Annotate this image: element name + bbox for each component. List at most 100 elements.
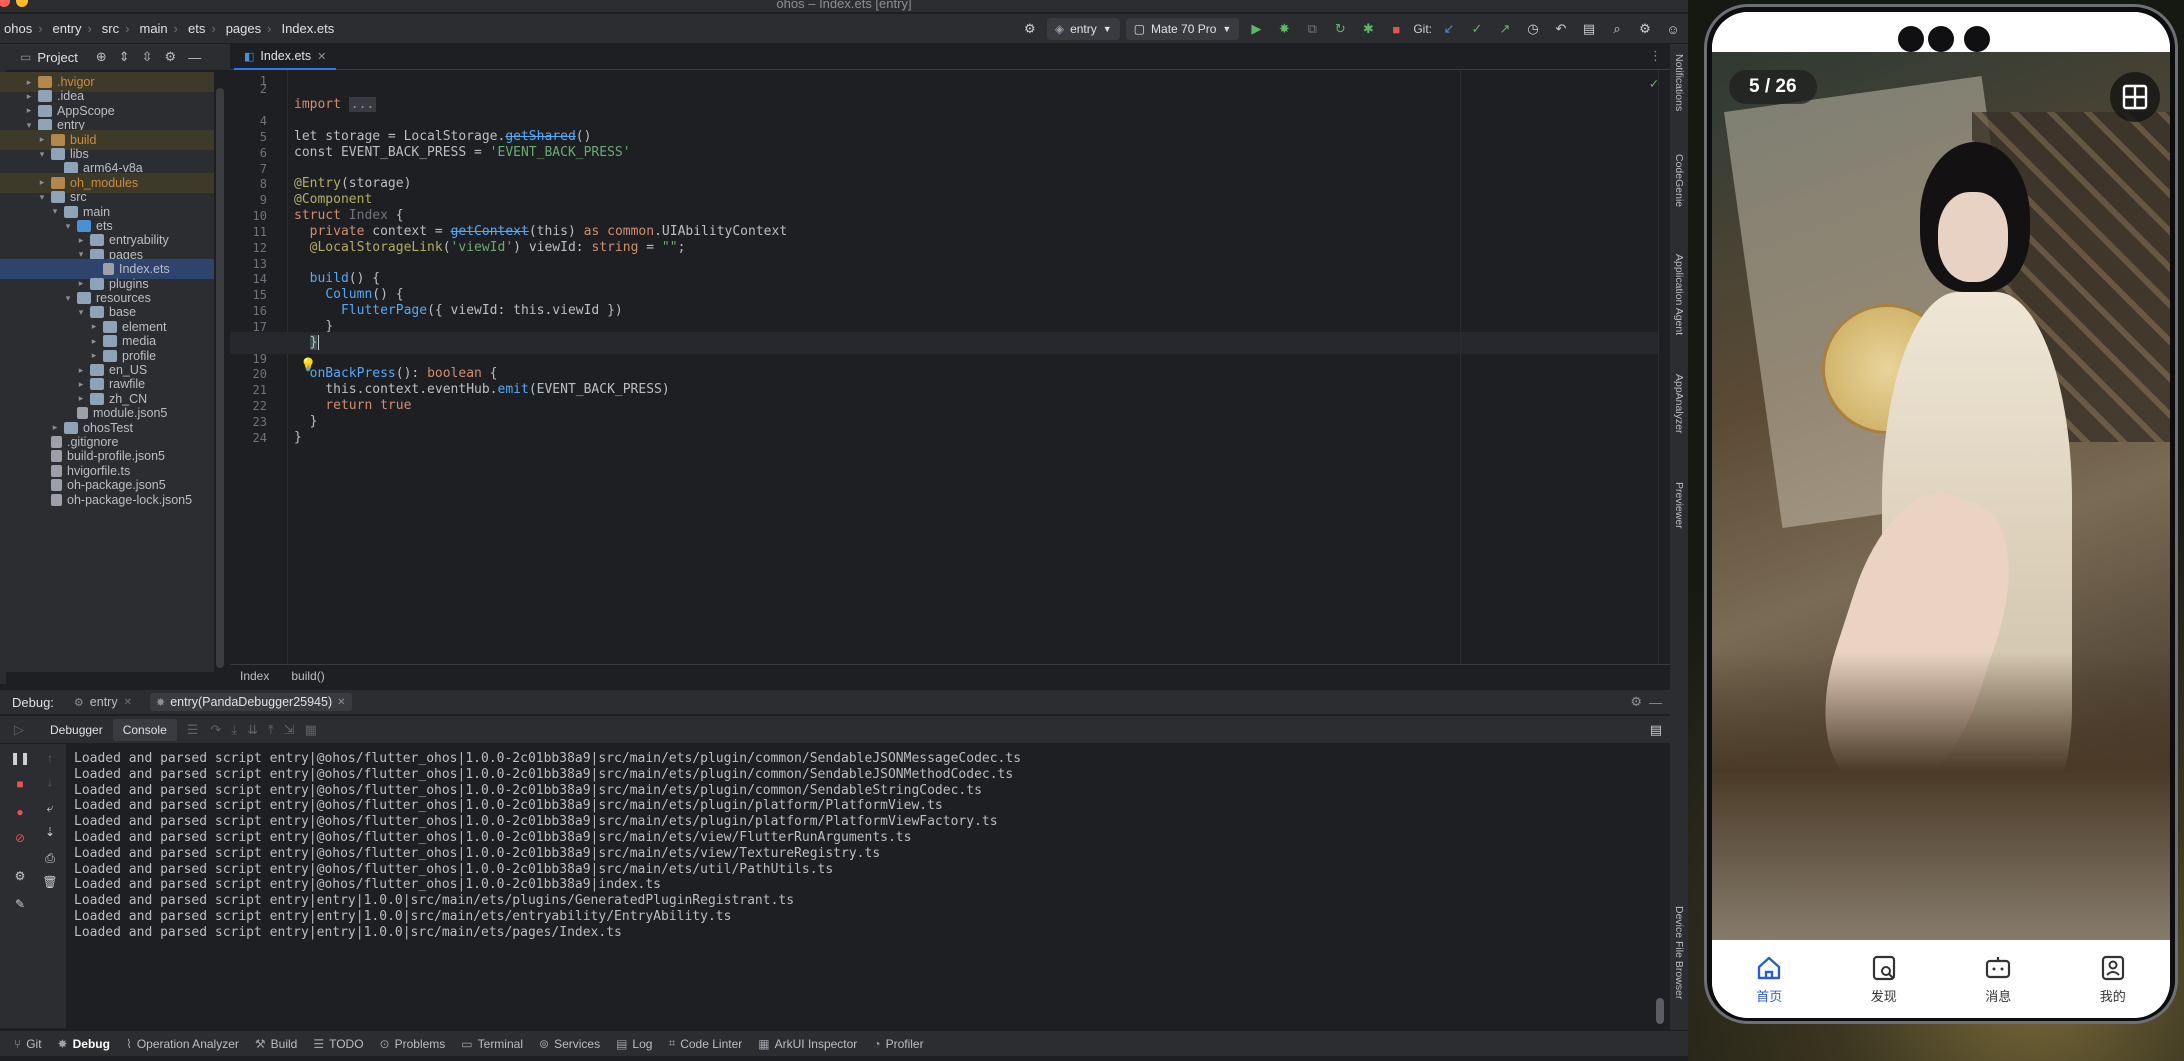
hide-panel-icon[interactable]: — <box>1649 695 1662 710</box>
previewer-tool[interactable]: Previewer <box>1673 482 1685 529</box>
rerun-icon[interactable]: ↻ <box>1329 18 1351 40</box>
structure-crumb[interactable]: build() <box>291 669 324 683</box>
gallery-photo[interactable]: 5 / 26 <box>1712 52 2170 952</box>
session-tab-panda[interactable]: ✸ entry(PandaDebugger25945) ✕ <box>149 693 352 711</box>
history-icon[interactable]: ◷ <box>1522 18 1544 40</box>
intention-bulb-icon[interactable]: 💡 <box>300 358 316 373</box>
run-config-select[interactable]: ◈ entry ▼ <box>1046 18 1120 40</box>
options-gear-icon[interactable]: ⚙ <box>165 49 177 65</box>
tool-services[interactable]: ⊚ Services <box>539 1037 600 1051</box>
nav-messages[interactable]: 消息 <box>1941 940 2056 1018</box>
folded-imports[interactable]: ... <box>348 97 377 112</box>
attach-debugger-icon[interactable]: ⧉ <box>1301 18 1323 40</box>
tool-build[interactable]: ⚒ Build <box>255 1037 297 1051</box>
close-session-icon[interactable]: ✕ <box>337 697 345 708</box>
down-arrow-icon[interactable]: ↓ <box>42 774 58 790</box>
print-icon[interactable]: ⎙ <box>42 850 58 866</box>
session-tab-entry[interactable]: entry <box>90 695 118 709</box>
run-to-cursor-icon[interactable]: ⇲ <box>284 722 295 738</box>
tool-todo[interactable]: ☰ TODO <box>313 1037 363 1051</box>
project-structure-icon[interactable]: ▤ <box>1578 18 1600 40</box>
tab-console[interactable]: Console <box>112 718 177 741</box>
nav-profile[interactable]: 我的 <box>2056 940 2171 1018</box>
scroll-to-end-icon[interactable]: ⇣ <box>42 824 58 840</box>
phone-screen[interactable]: 5 / 26 首页 发现 消息 我的 <box>1712 12 2170 1018</box>
run-icon[interactable]: ▶ <box>1245 18 1267 40</box>
project-panel-title[interactable]: Project <box>37 50 77 65</box>
console-output[interactable]: Loaded and parsed script entry|@ohos/flu… <box>66 744 1670 1028</box>
status-bar <box>1712 12 2170 52</box>
tab-debugger[interactable]: Debugger <box>40 719 113 741</box>
console-scrollbar[interactable] <box>1656 998 1664 1024</box>
close-tab-icon[interactable]: ✕ <box>317 50 326 63</box>
view-breakpoints-icon[interactable]: ● <box>12 804 28 820</box>
soft-wrap-icon[interactable]: ⤶ <box>42 800 58 816</box>
structure-crumb[interactable]: Index <box>240 669 269 683</box>
tool-arkui-inspector[interactable]: ▦ ArkUI Inspector <box>758 1037 857 1051</box>
project-tree-scrollbar[interactable] <box>216 88 224 668</box>
clear-all-icon[interactable]: 🗑 <box>42 874 58 890</box>
settings-icon[interactable]: ⚙ <box>12 868 28 884</box>
tool-operation-analyzer[interactable]: ⌇ Operation Analyzer <box>126 1037 239 1051</box>
vcs-update-icon[interactable]: ↙ <box>1438 18 1460 40</box>
search-icon[interactable]: ⌕ <box>1606 18 1628 40</box>
tool-debug[interactable]: ✸ Debug <box>58 1037 110 1051</box>
vcs-push-icon[interactable]: ↗ <box>1494 18 1516 40</box>
up-arrow-icon[interactable]: ↑ <box>42 750 58 766</box>
gear-icon[interactable]: ⚙ <box>1019 18 1041 40</box>
breadcrumb-item[interactable]: src <box>102 21 119 36</box>
breadcrumb-item[interactable]: pages <box>226 21 261 36</box>
menu-icon[interactable]: ☰ <box>187 722 199 738</box>
grid-view-button[interactable] <box>2110 72 2160 122</box>
step-out-icon[interactable]: ⤒ <box>268 722 274 738</box>
mute-breakpoints-icon[interactable]: ⊘ <box>12 830 28 846</box>
step-into-icon[interactable]: ⤓ <box>231 722 237 738</box>
collapse-all-icon[interactable]: ⇳ <box>142 49 153 65</box>
pin-icon[interactable]: ✎ <box>12 896 28 912</box>
settings-icon[interactable]: ⚙ <box>1634 18 1656 40</box>
editor-scrollbar[interactable]: ✓ <box>1650 70 1670 664</box>
nav-home[interactable]: 首页 <box>1712 940 1827 1018</box>
hide-panel-icon[interactable]: — <box>188 50 201 65</box>
settings-gear-icon[interactable]: ⚙ <box>1630 694 1642 710</box>
notifications-tool[interactable]: Notifications <box>1673 54 1685 111</box>
close-session-icon[interactable]: ✕ <box>124 697 132 708</box>
codegenie-tool[interactable]: CodeGenie <box>1673 154 1685 207</box>
breadcrumb-item[interactable]: ets <box>188 21 205 36</box>
breadcrumb-item[interactable]: ohos <box>4 21 32 36</box>
vcs-commit-icon[interactable]: ✓ <box>1466 18 1488 40</box>
application-agent-tool[interactable]: Application Agent <box>1673 254 1685 335</box>
rollback-icon[interactable]: ↶ <box>1550 18 1572 40</box>
tool-profiler[interactable]: ◔ Profiler <box>873 1037 923 1051</box>
tree-item[interactable]: oh-package-lock.json5 <box>0 490 214 510</box>
tool-git[interactable]: ⑂ Git <box>14 1037 42 1051</box>
tool-log[interactable]: ▤ Log <box>616 1037 652 1051</box>
no-problems-check-icon[interactable]: ✓ <box>1650 76 1658 92</box>
tool-terminal[interactable]: ▭ Terminal <box>461 1037 523 1051</box>
debug-icon[interactable]: ✸ <box>1273 18 1295 40</box>
apply-changes-icon[interactable]: ✱ <box>1357 18 1379 40</box>
pause-icon[interactable]: ❚❚ <box>10 750 30 766</box>
breadcrumb-item[interactable]: entry <box>53 21 82 36</box>
step-over-icon[interactable]: ↷ <box>210 722 221 738</box>
expand-all-icon[interactable]: ⇕ <box>119 49 130 65</box>
more-tabs-icon[interactable]: ⋮ <box>1649 48 1662 64</box>
device-file-browser-tool[interactable]: Device File Browser <box>1673 906 1685 999</box>
device-select[interactable]: ▢ Mate 70 Pro ▼ <box>1125 18 1240 40</box>
account-icon[interactable]: ☺ <box>1662 18 1684 40</box>
nav-discover[interactable]: 发现 <box>1827 940 1942 1018</box>
breadcrumb-item[interactable]: Index.ets <box>281 21 334 36</box>
layout-icon[interactable]: ▤ <box>1650 722 1662 738</box>
evaluate-icon[interactable]: ▦ <box>305 722 317 738</box>
tool-problems[interactable]: ⊙ Problems <box>380 1037 446 1051</box>
locate-icon[interactable]: ⊕ <box>96 49 107 65</box>
stop-icon[interactable]: ■ <box>12 776 28 792</box>
resume-disabled-icon[interactable]: ▷ <box>14 722 24 738</box>
force-step-into-icon[interactable]: ⇊ <box>247 722 258 738</box>
tab-index-ets[interactable]: ◧ Index.ets ✕ <box>234 44 337 70</box>
tool-code-linter[interactable]: ⌗ Code Linter <box>668 1036 742 1051</box>
appanalyzer-tool[interactable]: AppAnalyzer <box>1673 374 1685 434</box>
breadcrumb-item[interactable]: main <box>139 21 167 36</box>
stop-icon[interactable]: ■ <box>1385 18 1407 40</box>
code-editor[interactable]: 12456789101112131415161718192021222324 i… <box>230 70 1670 664</box>
